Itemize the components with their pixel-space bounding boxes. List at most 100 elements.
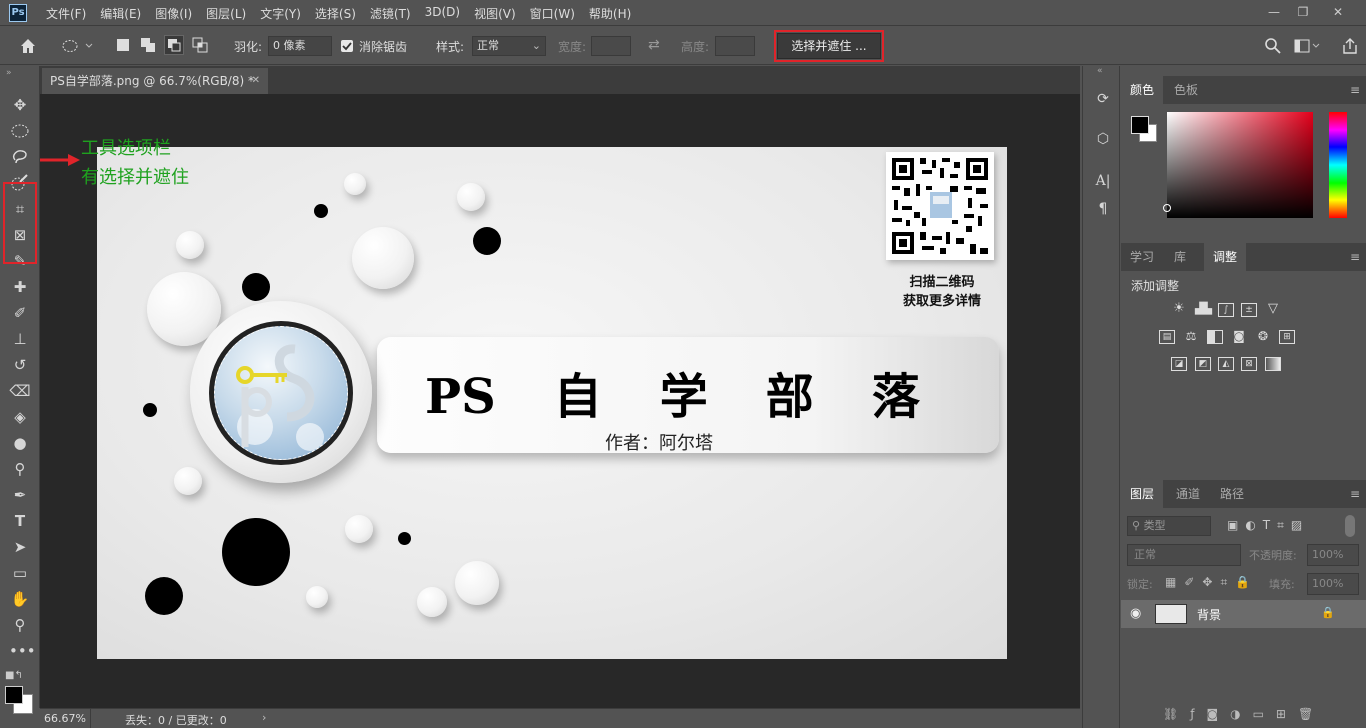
- healing-brush-icon[interactable]: ✚: [9, 276, 31, 298]
- tab-paths[interactable]: 路径: [1211, 480, 1253, 508]
- color-picker-cursor[interactable]: [1163, 204, 1171, 212]
- workspace-icon[interactable]: [1294, 38, 1322, 54]
- tab-adjustments[interactable]: 调整: [1204, 243, 1247, 271]
- menu-window[interactable]: 窗口(W): [530, 5, 575, 22]
- paint-bucket-icon[interactable]: ◈: [9, 406, 31, 428]
- tab-channels[interactable]: 通道: [1167, 480, 1209, 508]
- hue-slider[interactable]: [1329, 112, 1347, 218]
- layer-filter-icons[interactable]: ▣◐T⌗▨: [1227, 518, 1309, 533]
- posterize-icon[interactable]: ◩: [1195, 357, 1211, 371]
- color-balance-icon[interactable]: ⚖: [1183, 330, 1199, 344]
- blur-tool-icon[interactable]: ●: [9, 432, 31, 454]
- style-select[interactable]: 正常 ⌄: [472, 36, 546, 56]
- panel-menu-icon[interactable]: ≡: [1350, 250, 1360, 264]
- share-icon[interactable]: [1341, 37, 1359, 55]
- opacity-input[interactable]: 100%: [1307, 544, 1359, 566]
- menu-view[interactable]: 视图(V): [474, 5, 516, 22]
- tab-swatches[interactable]: 色板: [1165, 76, 1207, 104]
- menu-layer[interactable]: 图层(L): [206, 5, 246, 22]
- menu-edit[interactable]: 编辑(E): [100, 5, 141, 22]
- paragraph-panel-icon[interactable]: ¶: [1092, 198, 1114, 220]
- layer-kind-filter[interactable]: ⚲ 类型: [1127, 516, 1211, 536]
- history-panel-icon[interactable]: ⟳: [1092, 88, 1114, 110]
- document-tab[interactable]: PS自学部落.png @ 66.7%(RGB/8) * ✕: [42, 68, 268, 94]
- new-selection-icon[interactable]: [117, 39, 129, 51]
- path-selection-icon[interactable]: ➤: [9, 536, 31, 558]
- height-input[interactable]: [715, 36, 755, 56]
- swap-dimensions-icon[interactable]: ⇄: [648, 37, 660, 53]
- select-and-mask-button[interactable]: 选择并遮住 ...: [774, 30, 884, 62]
- width-input[interactable]: [591, 36, 631, 56]
- foreground-color-swatch[interactable]: [5, 686, 23, 704]
- zoom-tool-icon[interactable]: ⚲: [9, 614, 31, 636]
- intersect-selection-icon[interactable]: [192, 37, 208, 53]
- character-panel-icon[interactable]: A|: [1092, 170, 1114, 192]
- levels-icon[interactable]: ▟▙: [1195, 303, 1212, 317]
- panel-menu-icon[interactable]: ≡: [1350, 487, 1360, 501]
- antialias-checkbox[interactable]: [341, 40, 353, 52]
- add-selection-icon[interactable]: [140, 37, 156, 53]
- selective-color-icon[interactable]: ⊠: [1241, 357, 1257, 371]
- tab-color[interactable]: 颜色: [1121, 76, 1164, 104]
- gradient-map-icon[interactable]: [1265, 357, 1281, 371]
- curves-icon[interactable]: ∫: [1218, 303, 1234, 317]
- canvas-area[interactable]: PS 自学部落 作者：阿尔塔 扫描二维码 获取更多详情: [40, 94, 1080, 708]
- menu-select[interactable]: 选择(S): [315, 5, 356, 22]
- vibrance-icon[interactable]: ▽: [1265, 302, 1281, 317]
- panel-menu-icon[interactable]: ≡: [1350, 83, 1360, 97]
- tab-learn[interactable]: 学习: [1121, 243, 1163, 271]
- subtract-selection-icon[interactable]: [164, 35, 184, 55]
- collapse-arrows-icon[interactable]: «: [1097, 66, 1103, 76]
- collapse-arrows-icon[interactable]: »: [6, 68, 12, 78]
- layer-actions-bar[interactable]: ⛓ƒ◙◑▭⊞🗑: [1163, 707, 1325, 721]
- pen-tool-icon[interactable]: ✒: [9, 484, 31, 506]
- color-lookup-icon[interactable]: ⊞: [1279, 330, 1295, 344]
- search-icon[interactable]: [1264, 37, 1282, 55]
- menu-file[interactable]: 文件(F): [46, 5, 86, 22]
- hue-saturation-icon[interactable]: ▤: [1159, 330, 1175, 344]
- tool-preset-picker[interactable]: [60, 37, 96, 55]
- more-tools-icon[interactable]: •••: [9, 640, 36, 662]
- chevron-right-icon[interactable]: ›: [262, 711, 266, 724]
- foreground-color-swatch[interactable]: [1131, 116, 1149, 134]
- threshold-icon[interactable]: ◭: [1218, 357, 1234, 371]
- blend-mode-select[interactable]: 正常: [1127, 544, 1241, 566]
- feather-input[interactable]: 0 像素: [268, 36, 332, 56]
- menu-image[interactable]: 图像(I): [155, 5, 192, 22]
- filter-toggle[interactable]: [1345, 515, 1355, 537]
- move-tool-icon[interactable]: ✥: [9, 94, 31, 116]
- layer-name[interactable]: 背景: [1197, 606, 1221, 623]
- dodge-tool-icon[interactable]: ⚲: [9, 458, 31, 480]
- lasso-tool-icon[interactable]: [9, 146, 31, 168]
- clone-stamp-icon[interactable]: ⊥: [9, 328, 31, 350]
- lock-icons[interactable]: ▦✐✥⌗🔒: [1165, 575, 1258, 590]
- menu-3d[interactable]: 3D(D): [425, 5, 460, 22]
- history-brush-icon[interactable]: ↺: [9, 354, 31, 376]
- tab-layers[interactable]: 图层: [1121, 480, 1164, 508]
- tab-libraries[interactable]: 库: [1165, 243, 1195, 271]
- layer-row[interactable]: ◉ 背景 🔒: [1121, 600, 1366, 628]
- channel-mixer-icon[interactable]: ❂: [1255, 330, 1271, 344]
- menu-filter[interactable]: 滤镜(T): [370, 5, 411, 22]
- menu-help[interactable]: 帮助(H): [589, 5, 631, 22]
- color-field[interactable]: [1167, 112, 1313, 218]
- brightness-icon[interactable]: ☀: [1171, 302, 1187, 317]
- fill-input[interactable]: 100%: [1307, 573, 1359, 595]
- black-white-icon[interactable]: [1207, 330, 1223, 344]
- close-tab-icon[interactable]: ✕: [252, 68, 260, 94]
- menu-type[interactable]: 文字(Y): [260, 5, 301, 22]
- zoom-level[interactable]: 66.67%: [44, 712, 86, 725]
- type-tool-icon[interactable]: T: [9, 510, 31, 532]
- rectangle-tool-icon[interactable]: ▭: [9, 562, 31, 584]
- 3d-panel-icon[interactable]: ⬡: [1092, 128, 1114, 150]
- minimize-button[interactable]: —: [1263, 4, 1285, 20]
- default-colors-icon[interactable]: ■↰: [5, 670, 23, 681]
- invert-icon[interactable]: ◪: [1171, 357, 1187, 371]
- eye-icon[interactable]: ◉: [1130, 606, 1141, 621]
- close-window-button[interactable]: ✕: [1327, 4, 1349, 20]
- brush-tool-icon[interactable]: ✐: [9, 302, 31, 324]
- home-icon[interactable]: [18, 36, 38, 56]
- restore-button[interactable]: ❐: [1292, 4, 1314, 20]
- hand-tool-icon[interactable]: ✋: [9, 588, 31, 610]
- elliptical-marquee-icon[interactable]: [9, 120, 31, 142]
